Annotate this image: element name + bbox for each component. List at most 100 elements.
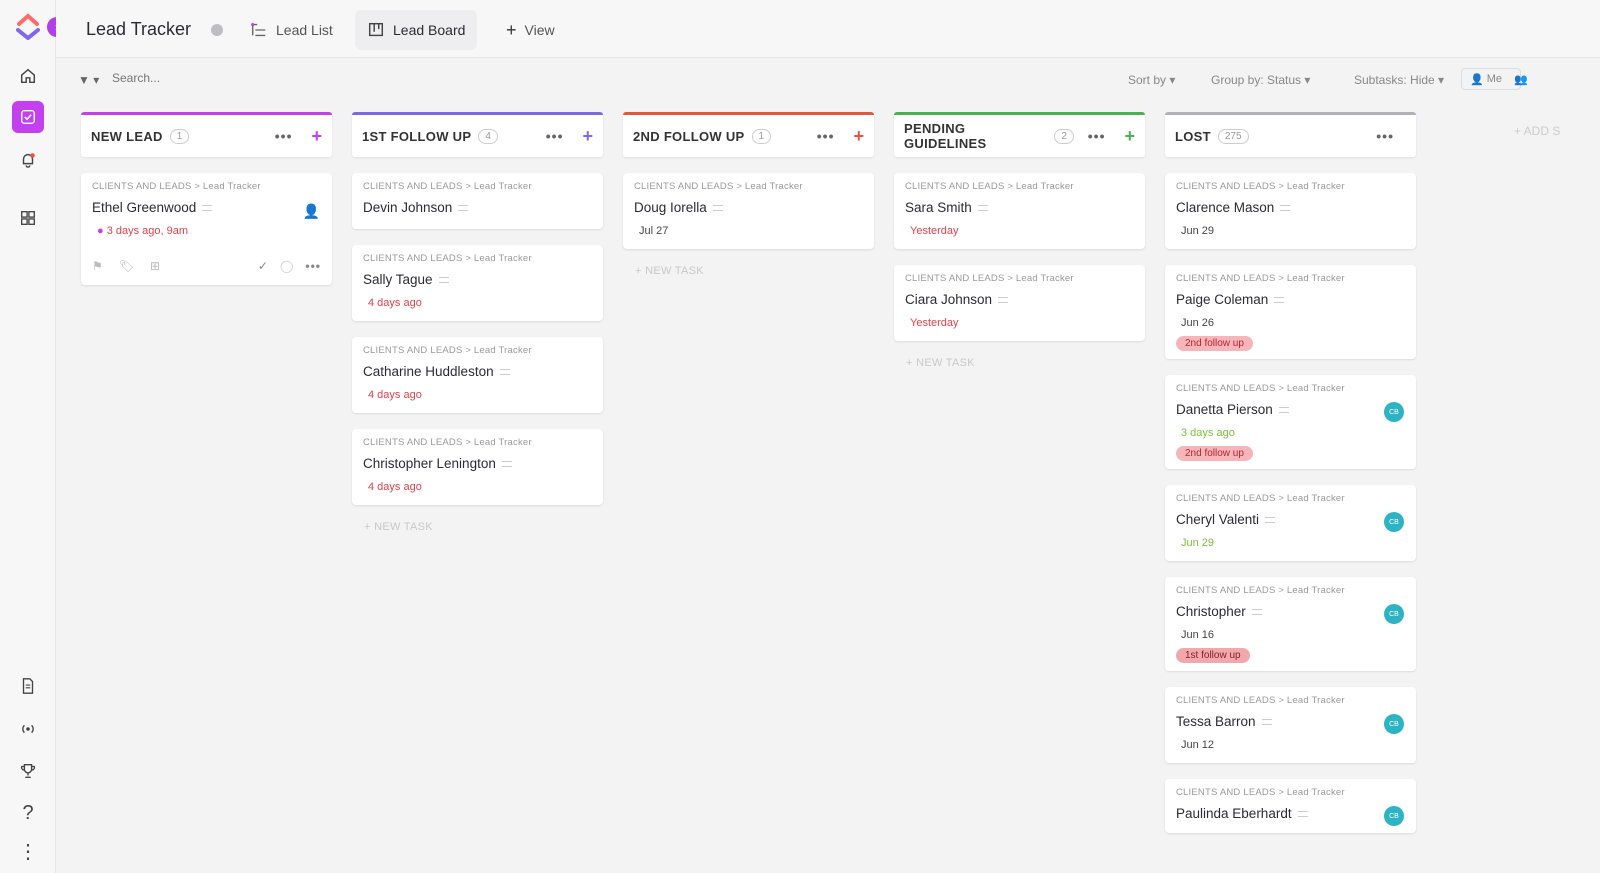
top-bar: Lead Tracker Lead List Lead Board + View	[56, 0, 1600, 58]
column-title: LOST	[1175, 128, 1211, 144]
assign-user-icon[interactable]: 👤	[303, 203, 320, 220]
docs-icon[interactable]	[12, 670, 44, 702]
more-vertical-icon[interactable]: ⋮	[12, 836, 44, 868]
description-icon	[1261, 718, 1272, 725]
card-date-text: 3 days ago, 9am	[106, 225, 189, 237]
help-icon[interactable]: ?	[12, 797, 44, 829]
subtasks-dropdown[interactable]: Subtasks: Hide ▾	[1354, 73, 1444, 87]
sort-by-label: Sort by	[1128, 73, 1167, 87]
add-task-icon[interactable]: +	[853, 126, 864, 147]
info-icon[interactable]	[211, 24, 223, 36]
card-name: Ethel Greenwood	[92, 200, 197, 215]
column-count: 1	[751, 128, 772, 144]
card-name: Ciara Johnson	[905, 292, 993, 307]
tab-lead-list[interactable]: Lead List	[238, 10, 345, 50]
filter-icon[interactable]: ▼ ▾	[78, 73, 99, 87]
add-task-icon[interactable]: +	[1124, 126, 1135, 147]
assignees-icon[interactable]: 👥	[1514, 73, 1528, 86]
card-breadcrumb: CLIENTS AND LEADS > Lead Tracker	[363, 437, 532, 448]
flag-icon[interactable]: ⚑	[92, 259, 103, 273]
add-view-button[interactable]: + View	[494, 10, 567, 50]
task-card[interactable]: CLIENTS AND LEADS > Lead Tracker Devin J…	[352, 173, 603, 229]
description-icon	[712, 204, 723, 211]
check-icon[interactable]: ✓	[258, 259, 268, 273]
column-title: 2ND FOLLOW UP	[633, 128, 745, 144]
search-input[interactable]	[112, 71, 312, 85]
card-due-date: Jun 26	[1181, 317, 1215, 329]
list-icon	[251, 22, 266, 37]
task-card[interactable]: CLIENTS AND LEADS > Lead Tracker Paige C…	[1165, 265, 1416, 359]
card-tag[interactable]: 2nd follow up	[1176, 336, 1253, 351]
card-breadcrumb: CLIENTS AND LEADS > Lead Tracker	[1176, 273, 1345, 284]
task-card[interactable]: CLIENTS AND LEADS > Lead Tracker Ciara J…	[894, 265, 1145, 341]
group-by-dropdown[interactable]: Group by: Status ▾	[1211, 73, 1310, 87]
new-task-button[interactable]: + NEW TASK	[352, 521, 603, 533]
board-icon	[368, 22, 384, 37]
more-icon[interactable]: •••	[546, 128, 564, 144]
card-breadcrumb: CLIENTS AND LEADS > Lead Tracker	[905, 273, 1074, 284]
tab-label: Lead List	[276, 22, 333, 38]
card-due-date: ● 3 days ago, 9am	[92, 225, 321, 237]
dashboards-icon[interactable]	[12, 202, 44, 234]
card-name: Christopher	[1176, 604, 1246, 619]
avatar[interactable]: CB	[1384, 604, 1404, 624]
task-card[interactable]: CLIENTS AND LEADS > Lead Tracker Ethel G…	[81, 173, 332, 285]
more-icon[interactable]: •••	[817, 128, 835, 144]
tab-lead-board[interactable]: Lead Board	[355, 10, 478, 50]
card-tag[interactable]: 1st follow up	[1176, 648, 1250, 663]
task-card[interactable]: CLIENTS AND LEADS > Lead Tracker Danetta…	[1165, 375, 1416, 469]
column-header: LOST 275 •••	[1165, 112, 1416, 157]
page-title: Lead Tracker	[86, 19, 192, 39]
task-card[interactable]: CLIENTS AND LEADS > Lead Tracker Doug Io…	[623, 173, 874, 249]
column-pending-guidelines: PENDING GUIDELINES 2 ••• + CLIENTS AND L…	[894, 112, 1145, 369]
group-by-label: Group by: Status	[1211, 73, 1302, 87]
task-card[interactable]: CLIENTS AND LEADS > Lead Tracker Cheryl …	[1165, 485, 1416, 561]
column-header: NEW LEAD 1 ••• +	[81, 112, 332, 157]
column-title: 1ST FOLLOW UP	[362, 128, 472, 144]
column-count: 275	[1217, 128, 1249, 144]
add-task-icon[interactable]: +	[582, 126, 593, 147]
clickup-logo[interactable]	[14, 12, 42, 40]
task-card[interactable]: CLIENTS AND LEADS > Lead Tracker Clarenc…	[1165, 173, 1416, 249]
more-icon[interactable]: •••	[305, 259, 321, 273]
task-card[interactable]: CLIENTS AND LEADS > Lead Tracker Sally T…	[352, 245, 603, 321]
more-icon[interactable]: •••	[1376, 128, 1394, 144]
avatar[interactable]: CB	[1384, 806, 1404, 826]
tag-icon[interactable]: 🏷	[119, 259, 134, 273]
task-card[interactable]: CLIENTS AND LEADS > Lead Tracker Christo…	[352, 429, 603, 505]
subtask-icon[interactable]: ⊞	[150, 259, 160, 273]
card-name: Christopher Lenington	[363, 456, 496, 471]
task-card[interactable]: CLIENTS AND LEADS > Lead Tracker Tessa B…	[1165, 687, 1416, 763]
task-card[interactable]: CLIENTS AND LEADS > Lead Tracker Christo…	[1165, 577, 1416, 671]
tasks-icon[interactable]	[12, 101, 44, 133]
sort-by-dropdown[interactable]: Sort by ▾	[1128, 73, 1175, 87]
card-name: Paige Coleman	[1176, 292, 1269, 307]
status-circle-icon[interactable]: ◯	[280, 259, 293, 273]
card-due-date: Yesterday	[910, 225, 959, 237]
card-breadcrumb: CLIENTS AND LEADS > Lead Tracker	[1176, 695, 1345, 706]
description-icon	[998, 296, 1009, 303]
notifications-icon[interactable]	[12, 144, 44, 176]
column-header: PENDING GUIDELINES 2 ••• +	[894, 112, 1145, 157]
more-icon[interactable]: •••	[275, 128, 293, 144]
card-tag[interactable]: 2nd follow up	[1176, 446, 1253, 461]
new-task-button[interactable]: + NEW TASK	[894, 357, 1145, 369]
column-count: 2	[1054, 128, 1074, 144]
avatar[interactable]: CB	[1384, 714, 1404, 734]
me-filter-button[interactable]: 👤 Me 👥	[1461, 68, 1528, 90]
pulse-icon[interactable]	[12, 713, 44, 745]
avatar[interactable]: CB	[1384, 512, 1404, 532]
task-card[interactable]: CLIENTS AND LEADS > Lead Tracker Cathari…	[352, 337, 603, 413]
card-name: Doug Iorella	[634, 200, 707, 215]
column-count: 1	[169, 128, 190, 144]
new-task-button[interactable]: + NEW TASK	[623, 265, 874, 277]
home-icon[interactable]	[12, 60, 44, 92]
more-icon[interactable]: •••	[1088, 128, 1106, 144]
task-card[interactable]: CLIENTS AND LEADS > Lead Tracker Sara Sm…	[894, 173, 1145, 249]
goals-trophy-icon[interactable]	[12, 755, 44, 787]
add-task-icon[interactable]: +	[311, 126, 322, 147]
task-card[interactable]: CLIENTS AND LEADS > Lead Tracker Paulind…	[1165, 779, 1416, 833]
add-status-button[interactable]: + ADD S	[1514, 124, 1560, 138]
avatar[interactable]: CB	[1384, 402, 1404, 422]
card-due-date: Jun 29	[1181, 225, 1215, 237]
